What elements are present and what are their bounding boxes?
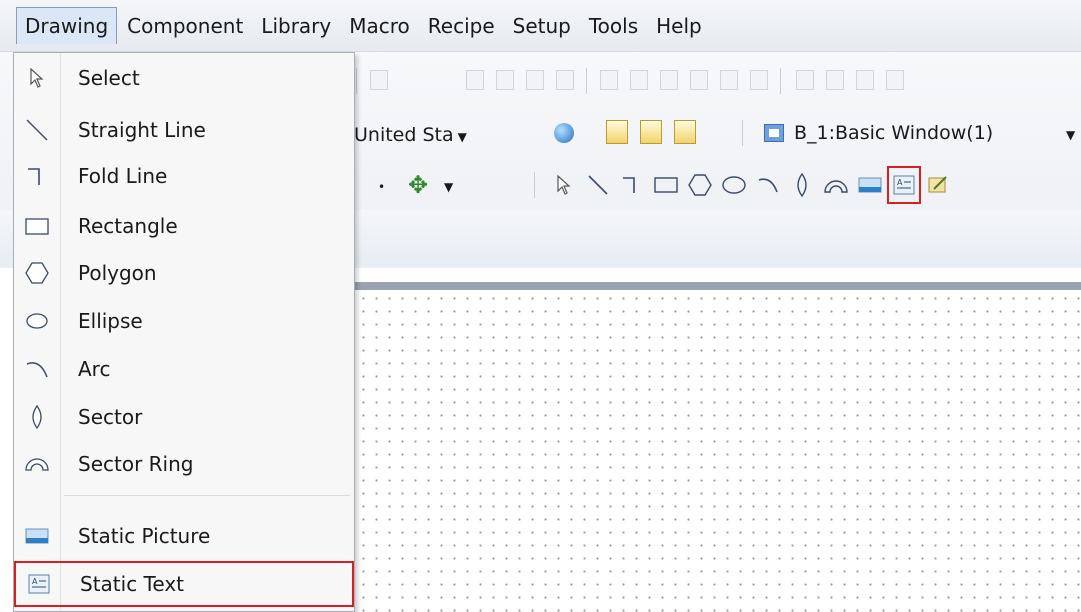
select-arrow-icon[interactable] xyxy=(547,168,581,202)
language-combo[interactable]: United Sta ▼ xyxy=(354,124,467,146)
menu-library[interactable]: Library xyxy=(253,8,339,44)
menu-item-arc[interactable]: Arc xyxy=(14,346,354,392)
ungroup-icon[interactable] xyxy=(826,70,844,90)
menu-setup[interactable]: Setup xyxy=(505,8,579,44)
drawing-toolbar: A xyxy=(547,166,955,204)
chevron-down-icon: ▼ xyxy=(457,130,467,144)
menu-component[interactable]: Component xyxy=(119,8,251,44)
window-selector-label: B_1:Basic Window(1) xyxy=(794,122,994,144)
menu-item-straight-line[interactable]: Straight Line xyxy=(14,107,354,153)
menu-item-label: Fold Line xyxy=(78,164,168,188)
rectangle-icon[interactable] xyxy=(649,168,683,202)
ellipse-icon xyxy=(14,298,60,344)
text-format-icon[interactable] xyxy=(370,70,388,90)
menu-bar: Drawing Component Library Macro Recipe S… xyxy=(0,0,1081,52)
fold-line-icon[interactable] xyxy=(615,168,649,202)
language-combo-value: United Sta xyxy=(354,124,454,146)
fold-line-icon xyxy=(14,153,60,199)
menu-item-label: Sector Ring xyxy=(78,452,194,476)
menu-item-static-picture[interactable]: Static Picture xyxy=(14,513,354,559)
menu-item-label: Static Picture xyxy=(78,524,211,548)
sector-ring-icon[interactable] xyxy=(819,168,853,202)
window-properties-icon[interactable] xyxy=(674,120,696,144)
layer-up-icon[interactable] xyxy=(856,70,874,90)
sector-icon[interactable] xyxy=(785,168,819,202)
menu-item-label: Arc xyxy=(78,357,111,381)
menu-item-label: Sector xyxy=(78,405,143,429)
drawing-menu: Select Straight Line Fold Line Rectangle… xyxy=(13,52,355,612)
menu-item-label: Select xyxy=(78,66,140,90)
window-icon xyxy=(764,124,784,142)
svg-text:A: A xyxy=(897,178,903,187)
menu-help[interactable]: Help xyxy=(648,8,710,44)
open-window-icon[interactable] xyxy=(640,120,662,144)
align-center-icon[interactable] xyxy=(496,70,514,90)
menu-item-sector-ring[interactable]: Sector Ring xyxy=(14,441,354,487)
align-right-icon[interactable] xyxy=(526,70,544,90)
static-picture-icon[interactable] xyxy=(853,168,887,202)
distribute-v-icon[interactable] xyxy=(690,70,708,90)
static-text-icon: A xyxy=(16,561,62,607)
toolbar-separator xyxy=(780,68,781,94)
straight-line-icon[interactable] xyxy=(581,168,615,202)
straight-line-icon xyxy=(14,107,60,153)
menu-item-label: Ellipse xyxy=(78,309,143,333)
menu-recipe[interactable]: Recipe xyxy=(420,8,503,44)
new-window-icon[interactable] xyxy=(606,120,628,144)
menu-item-label: Straight Line xyxy=(78,118,206,142)
menu-item-label: Static Text xyxy=(80,572,184,596)
toolbar-separator xyxy=(586,68,587,94)
distribute-h-icon[interactable] xyxy=(660,70,678,90)
align-bottom-icon[interactable] xyxy=(630,70,648,90)
chevron-down-icon[interactable]: • xyxy=(378,180,385,194)
menu-item-polygon[interactable]: Polygon xyxy=(14,250,354,296)
menu-item-sector[interactable]: Sector xyxy=(14,394,354,440)
menu-item-static-text[interactable]: A Static Text xyxy=(14,561,354,607)
menu-item-label: Rectangle xyxy=(78,214,178,238)
rectangle-icon xyxy=(14,203,60,249)
toolbar-separator xyxy=(742,120,743,146)
menu-tools[interactable]: Tools xyxy=(581,8,646,44)
ellipse-icon[interactable] xyxy=(717,168,751,202)
menu-macro[interactable]: Macro xyxy=(341,8,418,44)
menu-drawing[interactable]: Drawing xyxy=(16,7,118,44)
drawing-canvas[interactable] xyxy=(355,282,1081,612)
select-arrow-icon xyxy=(14,55,60,101)
toolbar-separator xyxy=(356,68,357,94)
move-icon[interactable]: ✥ xyxy=(405,172,431,198)
same-width-icon[interactable] xyxy=(720,70,738,90)
align-middle-icon[interactable] xyxy=(600,70,618,90)
menu-divider xyxy=(64,495,350,496)
sector-ring-icon xyxy=(14,441,60,487)
window-selector[interactable]: B_1:Basic Window(1) xyxy=(764,122,993,144)
align-top-icon[interactable] xyxy=(556,70,574,90)
chevron-down-icon[interactable]: ▼ xyxy=(1066,128,1075,142)
svg-text:A: A xyxy=(32,577,38,586)
static-text-icon[interactable]: A xyxy=(887,166,921,204)
arc-icon xyxy=(14,346,60,392)
menu-item-ellipse[interactable]: Ellipse xyxy=(14,298,354,344)
picture-edit-icon[interactable] xyxy=(921,168,955,202)
static-picture-icon xyxy=(14,513,60,559)
menu-item-rectangle[interactable]: Rectangle xyxy=(14,203,354,249)
menu-item-select[interactable]: Select xyxy=(14,55,354,101)
globe-icon[interactable] xyxy=(554,123,574,143)
menu-item-fold-line[interactable]: Fold Line xyxy=(14,153,354,199)
align-left-icon[interactable] xyxy=(466,70,484,90)
menu-item-label: Polygon xyxy=(78,261,157,285)
same-height-icon[interactable] xyxy=(750,70,768,90)
sector-icon xyxy=(14,394,60,440)
polygon-icon[interactable] xyxy=(683,168,717,202)
toolbar-separator xyxy=(534,172,535,198)
arc-icon[interactable] xyxy=(751,168,785,202)
polygon-icon xyxy=(14,250,60,296)
group-icon[interactable] xyxy=(796,70,814,90)
layer-down-icon[interactable] xyxy=(886,70,904,90)
chevron-down-icon[interactable]: ▼ xyxy=(444,180,453,194)
